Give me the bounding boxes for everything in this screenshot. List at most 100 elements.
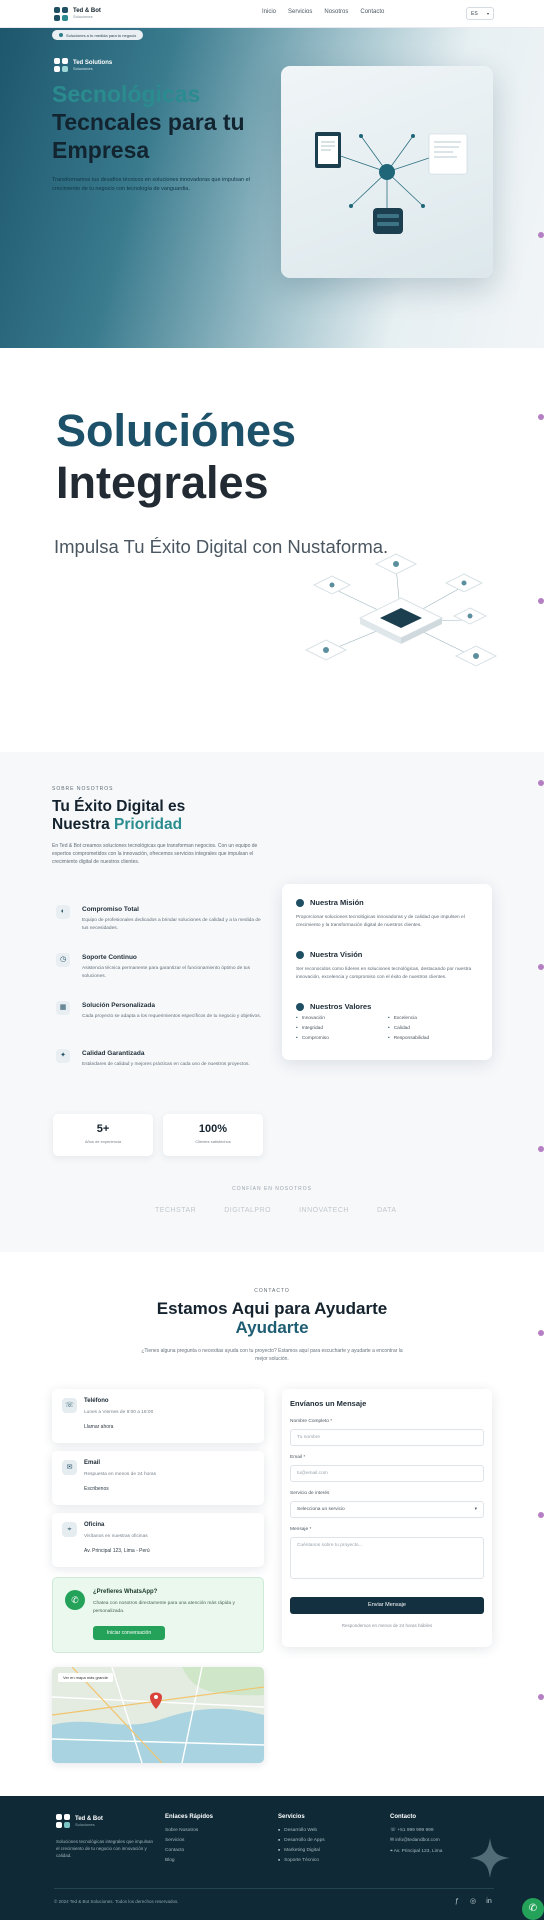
hero-section: Soluciones a tu medida para tu negocio T… — [0, 28, 544, 348]
pill-dot-icon — [59, 33, 63, 37]
feature-description: Equipo de profesionales dedicados a brin… — [82, 918, 261, 931]
value-item: Excelencia — [388, 1016, 480, 1021]
hero-brand-sub: Soluciones — [73, 65, 93, 71]
hero-description: Transformamos tus desafíos técnicos en s… — [52, 177, 250, 192]
footer-link[interactable]: Desarrollo de Apps — [278, 1838, 325, 1843]
contact-card-address: Av. Principal 123, Lima - Perú — [84, 1548, 150, 1554]
location-map[interactable]: Ver en mapa más grande — [52, 1667, 264, 1763]
scroll-indicator-dot[interactable] — [538, 964, 544, 970]
sparkle-icon: ✦ — [56, 1049, 70, 1063]
value-item: Calidad — [388, 1026, 480, 1031]
stat-label: Años de experiencia — [84, 1139, 122, 1144]
contact-card-phone[interactable]: ☏ Teléfono Lunes a Viernes de 9:00 a 18:… — [52, 1389, 264, 1443]
footer-email[interactable]: ✉ info@tedandbot.com — [390, 1838, 442, 1843]
footer-link[interactable]: Servicios — [165, 1838, 213, 1843]
value-item: Compromiso — [296, 1036, 388, 1041]
feature-title: Calidad Garantizada — [82, 1050, 145, 1057]
language-selector[interactable]: ES ▾ — [466, 7, 494, 20]
scroll-indicator-dot[interactable] — [538, 232, 544, 238]
stat-card-satisfaction: 100% Clientes satisfechos — [163, 1114, 263, 1156]
about-description: En Ted & Bot creamos soluciones tecnológ… — [52, 843, 258, 865]
mission-text: Proporcionar soluciones tecnológicas inn… — [296, 915, 465, 928]
nav-link-nosotros[interactable]: Nosotros — [324, 9, 348, 15]
facebook-icon[interactable]: ƒ — [452, 1897, 462, 1907]
chevron-down-icon: ▾ — [474, 1507, 477, 1512]
submit-button[interactable]: Enviar Mensaje — [290, 1597, 484, 1614]
footer-link[interactable]: Blog — [165, 1858, 213, 1863]
scroll-indicator-dot[interactable] — [538, 780, 544, 786]
feature-description: Asistencia técnica permanente para garan… — [82, 966, 250, 979]
scroll-indicator-dot[interactable] — [538, 1512, 544, 1518]
feature-description: Cada proyecto se adapta a los requerimie… — [82, 1014, 261, 1019]
mission-vision-card: Nuestra Misión Proporcionar soluciones t… — [282, 884, 492, 1060]
hero-brand: Ted Solutions Soluciones — [54, 58, 112, 72]
solutions-title: Soluciónes Integrales — [56, 405, 296, 509]
contact-card-link[interactable]: Llamar ahora — [84, 1424, 113, 1430]
mail-icon: ✉ — [62, 1460, 77, 1475]
scroll-indicator-dot[interactable] — [538, 414, 544, 420]
copyright-text: © 2024 Ted & Bot Soluciones. Todos los d… — [54, 1899, 179, 1904]
value-item: Innovación — [296, 1016, 388, 1021]
contact-card-office[interactable]: ⌖ Oficina Visítanos en nuestras oficinas… — [52, 1513, 264, 1567]
contact-card-email[interactable]: ✉ Email Respuesta en menos de 24 horas E… — [52, 1451, 264, 1505]
whatsapp-button[interactable]: Iniciar conversación — [93, 1626, 165, 1640]
footer-link[interactable]: Soporte Técnico — [278, 1858, 325, 1863]
floating-whatsapp-button[interactable]: ✆ — [522, 1898, 544, 1920]
heart-icon — [296, 1002, 304, 1011]
nav-logo[interactable]: Ted & Bot Soluciones — [54, 6, 101, 21]
map-expand-link[interactable]: Ver en mapa más grande — [58, 1673, 113, 1682]
nav-brand-sub: Soluciones — [73, 14, 93, 19]
contact-form: Envíanos un Mensaje Nombre Completo * Tu… — [282, 1389, 492, 1647]
footer-column-title: Enlaces Rápidos — [165, 1814, 214, 1820]
linkedin-icon[interactable]: in — [484, 1897, 494, 1907]
nav-link-servicios[interactable]: Servicios — [288, 9, 312, 15]
contact-description: ¿Tienes alguna pregunta o necesitas ayud… — [141, 1348, 403, 1362]
solutions-section: Soluciónes Integrales Impulsa Tu Éxito D… — [0, 348, 544, 752]
chevron-down-icon: ▾ — [486, 11, 489, 16]
message-textarea[interactable]: Cuéntanos sobre tu proyecto... — [290, 1537, 484, 1579]
footer-logo-icon — [56, 1814, 70, 1828]
message-label: Mensaje * — [290, 1527, 312, 1532]
feature-title: Solución Personalizada — [82, 1002, 155, 1009]
contact-card-link[interactable]: Escribenos — [84, 1486, 109, 1492]
solutions-title-line2: Integrales — [56, 457, 269, 508]
scroll-indicator-dot[interactable] — [538, 1146, 544, 1152]
hero-title: Secnológicas Tecncales para tu Empresa — [52, 80, 282, 164]
contact-card-desc: Lunes a Viernes de 9:00 a 18:00 — [84, 1410, 154, 1415]
nav-link-inicio[interactable]: Inicio — [262, 9, 276, 15]
instagram-icon[interactable]: ◎ — [468, 1897, 478, 1907]
contact-title: Estamos Aqui para Ayudarte Ayudarte — [0, 1299, 544, 1337]
values-list: Innovación Excelencia Integridad Calidad… — [296, 1016, 480, 1041]
footer-link[interactable]: Contacto — [165, 1848, 213, 1853]
service-select[interactable]: Selecciona un servicio ▾ — [290, 1501, 484, 1518]
contact-card-title: Email — [84, 1460, 101, 1466]
email-input[interactable]: tu@email.com — [290, 1465, 484, 1482]
footer-address: ⌖ Av. Principal 123, Lima — [390, 1849, 443, 1854]
nav-link-contacto[interactable]: Contacto — [360, 9, 384, 15]
footer-phone[interactable]: ☏ +51 999 999 999 — [390, 1828, 442, 1833]
scroll-indicator-dot[interactable] — [538, 1330, 544, 1336]
isometric-platform-icon — [304, 553, 498, 667]
footer-description: Soluciones tecnológicas integrales que i… — [56, 1839, 154, 1858]
contact-card-desc: Visítanos en nuestras oficinas — [84, 1534, 148, 1539]
hero-title-line1: Secnológicas — [52, 81, 201, 107]
service-label: Servicio de interés — [290, 1491, 330, 1496]
name-input[interactable]: Tu nombre — [290, 1429, 484, 1446]
clock-icon: ◷ — [56, 953, 70, 967]
footer-link[interactable]: Sobre Nosotros — [165, 1828, 213, 1833]
hero-logo-icon — [54, 58, 68, 72]
footer-link[interactable]: Marketing Digital — [278, 1848, 325, 1853]
footer-services-column: Servicios Desarrollo Web Desarrollo de A… — [278, 1814, 325, 1868]
client-logo: TECHSTAR — [155, 1207, 197, 1214]
footer-divider — [54, 1888, 494, 1889]
footer-logo[interactable]: Ted & Bot Soluciones — [56, 1814, 103, 1828]
scroll-indicator-dot[interactable] — [538, 598, 544, 604]
contact-section: CONTACTO Estamos Aqui para Ayudarte Ayud… — [0, 1252, 544, 1796]
hero-pill: Soluciones a tu medida para tu negocio — [52, 30, 144, 40]
footer-link[interactable]: Desarrollo Web — [278, 1828, 325, 1833]
page: Ted & Bot Soluciones Inicio Servicios No… — [0, 0, 544, 1920]
sparkle-icon — [470, 1838, 510, 1878]
scroll-indicator-dot[interactable] — [538, 1694, 544, 1700]
about-title: Tu Éxito Digital es Nuestra Prioridad — [52, 798, 185, 834]
footer-brand-sub: Soluciones — [75, 1821, 95, 1827]
